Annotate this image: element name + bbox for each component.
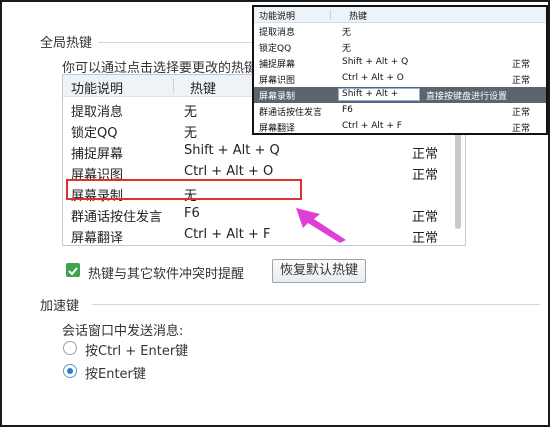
inset-table-header: 功能说明 热键 [254, 7, 546, 23]
row-function: 捕捉屏幕 [71, 147, 124, 162]
section-title-global-hotkeys: 全局热键 [40, 36, 93, 51]
inset-row: 屏幕翻译 Ctrl + Alt + F 正常 [254, 119, 546, 134]
restore-default-hotkeys-button[interactable]: 恢复默认热键 [272, 259, 366, 283]
inset-hotkey-edit-field[interactable]: Shift + Alt + [338, 88, 420, 101]
inset-row-status: 正常 [512, 60, 531, 70]
row-status: 正常 [412, 231, 439, 246]
table-row[interactable]: 群通话按住发言 F6 正常 [63, 203, 465, 225]
inset-row-function: 提取消息 [259, 28, 296, 38]
inset-row-function: 锁定QQ [259, 44, 292, 54]
inset-header-hotkey: 热键 [349, 12, 368, 22]
inset-row-hotkey: Shift + Alt + Q [342, 57, 409, 67]
inset-row: 提取消息 无 [254, 23, 546, 39]
row-hotkey[interactable]: F6 [184, 206, 200, 221]
column-separator [330, 10, 331, 20]
section-divider [92, 304, 540, 305]
inset-row-hotkey: Ctrl + Alt + F [342, 121, 402, 131]
inset-row-status: 正常 [512, 124, 531, 134]
row-hotkey[interactable]: 无 [184, 122, 197, 141]
row-function: 屏幕翻译 [71, 231, 124, 246]
inset-row-function: 屏幕翻译 [259, 124, 296, 134]
row-hotkey[interactable]: Ctrl + Alt + O [184, 164, 273, 179]
column-header-hotkey: 热键 [190, 82, 217, 97]
inset-row-function: 捕捉屏幕 [259, 60, 296, 70]
column-separator [173, 79, 174, 93]
row-status: 正常 [412, 147, 439, 162]
settings-panel: 全局热键 你可以通过点击选择要更改的热键。 功能说明 热键 提取消息 无 锁定Q… [0, 0, 550, 427]
magenta-pointer-arrow-icon [296, 208, 346, 243]
inset-row: 捕捉屏幕 Shift + Alt + Q 正常 [254, 55, 546, 71]
inset-header-function: 功能说明 [259, 12, 296, 22]
inset-row: 锁定QQ 无 [254, 39, 546, 55]
section-title-accelerator: 加速键 [40, 299, 80, 314]
send-message-label: 会话窗口中发送消息: [62, 324, 184, 339]
inset-row-selected: 屏幕录制 Shift + Alt + 直接按键盘进行设置 [254, 87, 546, 103]
inset-row-hotkey: 无 [342, 44, 352, 54]
row-hotkey[interactable]: Ctrl + Alt + F [184, 227, 271, 242]
inset-row-function: 屏幕识图 [259, 76, 296, 86]
radio-ctrl-enter[interactable] [63, 341, 77, 355]
section-divider [98, 42, 254, 43]
radio-enter-label[interactable]: 按Enter键 [85, 363, 146, 382]
inset-row-hotkey: Ctrl + Alt + O [342, 73, 404, 83]
highlight-box [66, 179, 302, 200]
conflict-alert-label: 热键与其它软件冲突时提醒 [88, 267, 245, 282]
inset-row-hotkey: F6 [342, 105, 353, 115]
radio-enter[interactable] [63, 364, 77, 378]
inset-row-status: 正常 [512, 76, 531, 86]
table-row[interactable]: 捕捉屏幕 Shift + Alt + Q 正常 [63, 140, 465, 162]
inset-row-function: 屏幕录制 [259, 92, 296, 102]
row-function: 提取消息 [71, 105, 124, 120]
inset-row-hotkey: 无 [342, 28, 352, 38]
inset-row: 屏幕识图 Ctrl + Alt + O 正常 [254, 71, 546, 87]
inset-row-function: 群通话按住发言 [259, 108, 323, 118]
row-function: 锁定QQ [71, 126, 118, 141]
row-status: 正常 [412, 168, 439, 183]
inset-row: 群通话按住发言 F6 正常 [254, 103, 546, 119]
checkmark-icon [68, 267, 78, 276]
row-status: 正常 [412, 210, 439, 225]
row-hotkey[interactable]: Shift + Alt + Q [184, 143, 280, 158]
zoom-inset-panel: 功能说明 热键 提取消息 无 锁定QQ 无 捕捉屏幕 Shift + Alt +… [252, 5, 548, 135]
table-row[interactable]: 屏幕翻译 Ctrl + Alt + F 正常 [63, 224, 465, 245]
radio-ctrl-enter-label[interactable]: 按Ctrl + Enter键 [85, 340, 188, 359]
row-function: 群通话按住发言 [71, 210, 163, 225]
conflict-alert-checkbox[interactable] [66, 263, 80, 277]
inset-row-status: 正常 [512, 108, 531, 118]
row-hotkey[interactable]: 无 [184, 101, 197, 120]
inset-set-hint: 直接按键盘进行设置 [426, 92, 508, 102]
column-header-function: 功能说明 [71, 82, 124, 97]
